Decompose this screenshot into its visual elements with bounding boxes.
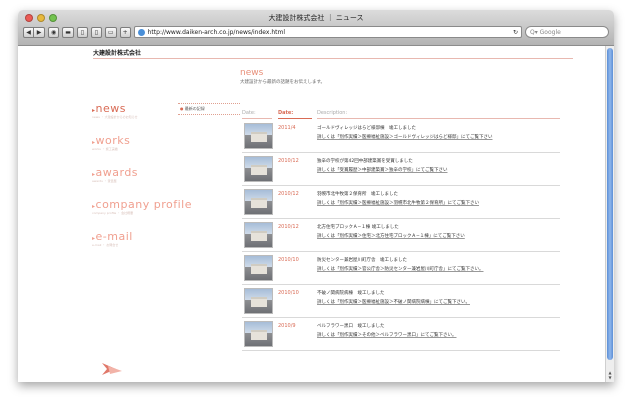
news-detail-link[interactable]: 詳しくは「別作実績＞官公庁舎＞防災センター兼岩屋川町庁舎」にてご覧下さい。 bbox=[317, 266, 484, 272]
building-thumbnail[interactable] bbox=[244, 222, 273, 248]
news-date: 2011/4 bbox=[278, 125, 296, 131]
news-title: ゴールドヴィレッジはらど様邸棟 竣工しました bbox=[317, 126, 416, 131]
search-field[interactable]: Q▾ Google bbox=[525, 26, 609, 38]
address-bar[interactable]: http://www.daiken-arch.co.jp/news/index.… bbox=[133, 26, 522, 38]
window-icon: ▭ bbox=[107, 28, 114, 36]
add-bookmark-button[interactable]: + bbox=[119, 26, 131, 38]
reload-icon[interactable]: ↻ bbox=[513, 29, 518, 36]
building-thumbnail[interactable] bbox=[244, 123, 273, 149]
window-title: 大建設計株式会社 ｜ ニュース bbox=[268, 14, 364, 22]
news-title: 羽幌市北牛牧第２保育所 竣工しました bbox=[317, 192, 398, 197]
screenshot-button[interactable]: ◉ bbox=[48, 26, 60, 38]
print-button[interactable]: ▯ bbox=[90, 26, 102, 38]
news-date: 2010/10 bbox=[278, 290, 299, 296]
window-button[interactable]: ▭ bbox=[104, 26, 117, 38]
company-name[interactable]: 大建設計株式会社 bbox=[93, 48, 141, 57]
news-title: 防災センター兼岩屋川町庁舎 竣工しました bbox=[317, 258, 407, 263]
news-detail-link[interactable]: 詳しくは「別作実績＞住宅＞北方住宅ブロックＡ−１棟」にてご覧下さい bbox=[317, 233, 465, 239]
nav-item-email[interactable]: ▸e-mail e-mail ・ お問合せ bbox=[92, 230, 192, 247]
news-row: 2011/4 ゴールドヴィレッジはらど様邸棟 竣工しました 詳しくは「別作実績＞… bbox=[242, 120, 560, 153]
scroll-thumb[interactable] bbox=[607, 48, 613, 360]
news-row: 2010/12 羽幌市北牛牧第２保育所 竣工しました 詳しくは「別作実績＞医療福… bbox=[242, 186, 560, 219]
nav-item-awards[interactable]: ▸awards awards ・ 受賞歴 bbox=[92, 166, 192, 183]
url-text: http://www.daiken-arch.co.jp/news/index.… bbox=[147, 28, 285, 36]
news-row: 2010/12 独辛の学校が第42回中部建築賞を受賞しました 詳しくは「受賞履歴… bbox=[242, 153, 560, 186]
news-title: 不破ノ関病院病棟 竣工しました bbox=[317, 291, 385, 296]
news-list: 2011/4 ゴールドヴィレッジはらど様邸棟 竣工しました 詳しくは「別作実績＞… bbox=[242, 120, 560, 351]
nav-label: awards bbox=[95, 166, 139, 179]
nav-sublabel: company profile ・ 会社概要 bbox=[92, 211, 134, 215]
news-detail-link[interactable]: 詳しくは「別作実績＞医療福祉施設＞ゴールドヴィレッジはらど様邸」にてご覧下さい bbox=[317, 134, 493, 140]
header-photo: Date: bbox=[242, 110, 256, 116]
title-bar: 大建設計株式会社 ｜ ニュース ◀ ▶ ◉ ▬ ▯ ▯ ▭ + http://w… bbox=[18, 10, 614, 46]
page-button[interactable]: ▯ bbox=[76, 26, 88, 38]
camera-icon: ◉ bbox=[51, 28, 57, 36]
minus-button[interactable]: ▬ bbox=[62, 26, 74, 38]
page-title: news bbox=[240, 68, 264, 78]
plus-icon: + bbox=[122, 28, 128, 36]
nav-label: company profile bbox=[95, 198, 192, 211]
news-table-header: Date: Date: Description: bbox=[242, 110, 560, 119]
building-thumbnail[interactable] bbox=[244, 156, 273, 182]
vertical-scrollbar[interactable]: ▲ ▼ bbox=[605, 46, 614, 382]
nav-label: works bbox=[95, 134, 131, 147]
nav-label: e-mail bbox=[95, 230, 133, 243]
minus-icon: ▬ bbox=[65, 28, 71, 36]
subnav-label: 最新の記録 bbox=[184, 106, 205, 111]
building-thumbnail[interactable] bbox=[244, 321, 273, 347]
nav-item-news[interactable]: ▸news news ・ 大建設計からのお知らせ bbox=[92, 102, 192, 119]
news-title: 北方住宅ブロックＡ−１棟 竣工しました bbox=[317, 225, 399, 230]
page-heading: news 大建設計から最新の話題をお伝えします。 bbox=[240, 68, 325, 85]
news-detail-link[interactable]: 詳しくは「受賞履歴＞中部建築賞＞独辛の学校」にてご覧下さい bbox=[317, 167, 448, 173]
news-row: 2010/10 防災センター兼岩屋川町庁舎 竣工しました 詳しくは「別作実績＞官… bbox=[242, 252, 560, 285]
browser-window: 大建設計株式会社 ｜ ニュース ◀ ▶ ◉ ▬ ▯ ▯ ▭ + http://w… bbox=[18, 10, 614, 382]
news-row: 2010/12 北方住宅ブロックＡ−１棟 竣工しました 詳しくは「別作実績＞住宅… bbox=[242, 219, 560, 252]
news-date: 2010/12 bbox=[278, 224, 299, 230]
building-thumbnail[interactable] bbox=[244, 288, 273, 314]
forward-arrow-icon: ▶ bbox=[36, 28, 42, 36]
subnav-latest[interactable]: ● 最新の記録 bbox=[178, 103, 240, 115]
globe-icon bbox=[137, 28, 145, 36]
print-icon: ▯ bbox=[94, 28, 99, 36]
nav-sublabel: awards ・ 受賞歴 bbox=[92, 179, 117, 183]
side-navigation: ▸news news ・ 大建設計からのお知らせ ▸works works ・ … bbox=[92, 102, 192, 262]
news-row: 2010/9 ベルフラワー黒口 竣工しました 詳しくは「別作実績＞その他＞ベルフ… bbox=[242, 318, 560, 351]
news-date: 2010/12 bbox=[278, 158, 299, 164]
nav-sublabel: works ・ 施工実績 bbox=[92, 147, 118, 151]
news-detail-link[interactable]: 詳しくは「別作実績＞医療福祉施設＞不破ノ関病院病棟」にてご覧下さい。 bbox=[317, 299, 470, 305]
header-description: Description: bbox=[317, 110, 348, 116]
news-date: 2010/10 bbox=[278, 257, 299, 263]
news-title: 独辛の学校が第42回中部建築賞を受賞しました bbox=[317, 159, 413, 164]
news-detail-link[interactable]: 詳しくは「別作実績＞医療福祉施設＞羽幌市北牛牧第２保育所」にてご覧下さい bbox=[317, 200, 479, 206]
nav-item-works[interactable]: ▸works works ・ 施工実績 bbox=[92, 134, 192, 151]
browser-toolbar: ◀ ▶ ◉ ▬ ▯ ▯ ▭ + http://www.daiken-arch.c… bbox=[23, 24, 609, 40]
search-placeholder: Q▾ Google bbox=[530, 28, 561, 36]
header-date: Date: bbox=[278, 110, 294, 116]
header-divider bbox=[93, 58, 573, 59]
company-logo-icon[interactable] bbox=[100, 362, 124, 376]
news-date: 2010/12 bbox=[278, 191, 299, 197]
news-detail-link[interactable]: 詳しくは「別作実績＞その他＞ベルフラワー黒口」にてご覧下さい。 bbox=[317, 332, 457, 338]
back-arrow-icon: ◀ bbox=[26, 28, 31, 36]
nav-label: news bbox=[95, 102, 126, 115]
scroll-arrows-icon[interactable]: ▲ ▼ bbox=[606, 370, 614, 380]
forward-button[interactable]: ▶ bbox=[34, 26, 45, 38]
nav-sublabel: news ・ 大建設計からのお知らせ bbox=[92, 115, 138, 119]
building-thumbnail[interactable] bbox=[244, 189, 273, 215]
back-button[interactable]: ◀ bbox=[23, 26, 34, 38]
page-icon: ▯ bbox=[80, 28, 85, 36]
news-row: 2010/10 不破ノ関病院病棟 竣工しました 詳しくは「別作実績＞医療福祉施設… bbox=[242, 285, 560, 318]
news-date: 2010/9 bbox=[278, 323, 296, 329]
nav-sublabel: e-mail ・ お問合せ bbox=[92, 243, 119, 247]
page-content: 大建設計株式会社 news 大建設計から最新の話題をお伝えします。 ▸news … bbox=[18, 46, 614, 382]
history-buttons: ◀ ▶ bbox=[23, 26, 45, 38]
nav-item-company-profile[interactable]: ▸company profile company profile ・ 会社概要 bbox=[92, 198, 192, 215]
news-title: ベルフラワー黒口 竣工しました bbox=[317, 324, 385, 329]
page-description: 大建設計から最新の話題をお伝えします。 bbox=[240, 80, 326, 85]
building-thumbnail[interactable] bbox=[244, 255, 273, 281]
